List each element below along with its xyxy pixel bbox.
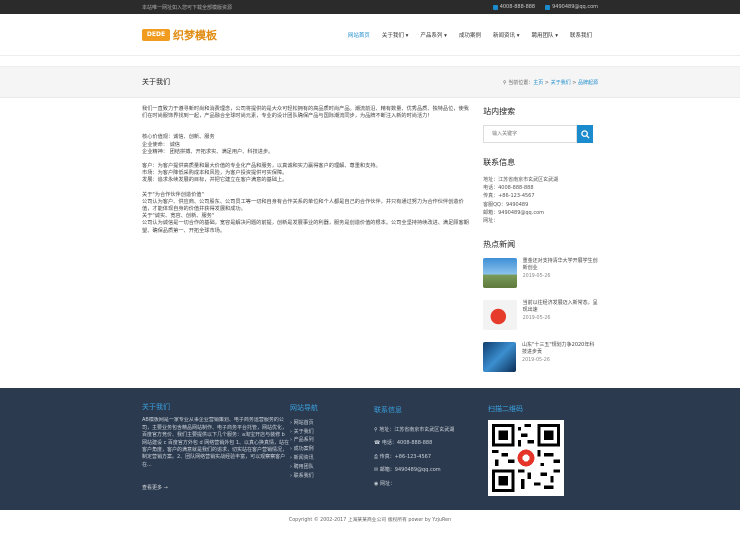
contact-qq: 客服QQ：9490489	[483, 201, 529, 208]
contact-info: 地址：江苏省南京市玄武区玄武湖 电话：4008-888-888 传真：+86-1…	[483, 176, 598, 225]
footer-nav-contact[interactable]: › 联系我们	[290, 472, 374, 481]
nav-home[interactable]: 网站首页	[342, 31, 376, 39]
para-values: 公司认为诚信是一切合作的基础，宽容是解决问题的前提，创新是发展事业的利器，服务是…	[142, 220, 469, 234]
nav-about[interactable]: 关于我们 ▾	[376, 31, 415, 39]
footer-mail: ✉ 邮箱：9490489@qq.com	[374, 467, 441, 473]
para-partner-title: 关于"为合作伙伴创造价值"	[142, 191, 204, 198]
news-item[interactable]: 山东"十三五"规划力争2020年科技进步贡 2019-05-26	[483, 342, 598, 378]
news-date: 2019-05-26	[522, 274, 551, 280]
search-icon	[580, 129, 590, 139]
main-area: 我们一直致力于遵寻新时尚和消费理念，公司将提供的是大众可轻松拥有的高品质时尚产品…	[0, 106, 740, 388]
contact-mail: 邮箱：9490489@qq.com	[483, 209, 544, 216]
spirit-text: 企业精神： 团结拼搏、开拓求实、满足用户、科技进步。	[142, 148, 274, 155]
mail-icon	[545, 4, 551, 10]
nav-team[interactable]: 聘用团队 ▾	[525, 31, 564, 39]
news-title: 重金还对支持清华大学开展学生创新创业	[522, 258, 598, 272]
footer-about-title: 关于我们	[142, 403, 170, 411]
site-logo[interactable]: DEDE 织梦模板	[142, 27, 217, 43]
mission-text: 企业使命： 诚信	[142, 141, 180, 148]
search-heading: 站内搜索	[483, 107, 516, 116]
page-banner: 关于我们 ⚲ 当前位置：主页 > 关于我们 > 品牌起源	[0, 66, 740, 98]
footer-tel: ☎ 电话：4008-888-888	[374, 440, 433, 446]
site-header: DEDE 织梦模板 网站首页 关于我们 ▾ 产品系列 ▾ 成功案例 新闻资讯 ▾…	[0, 14, 740, 56]
search-box	[483, 125, 598, 143]
phone-icon	[492, 4, 498, 10]
news-item[interactable]: 重金还对支持清华大学开展学生创新创业 2019-05-26	[483, 258, 598, 294]
nav-cases[interactable]: 成功案例	[453, 31, 487, 39]
footer-address: ⚲ 地址：江苏省南京市玄武区玄武湖	[374, 426, 455, 433]
site-footer: 关于我们 AB模板网是一家专业从事企业营销策划、电子商务运营服务的公司，主要业务…	[0, 388, 740, 510]
contact-heading: 联系信息	[483, 158, 516, 167]
footer-contact: 联系信息 ⚲ 地址：江苏省南京市玄武区玄武湖 ☎ 电话：4008-888-888…	[374, 404, 488, 510]
logo-mark: DEDE	[142, 28, 170, 41]
footer-nav-about[interactable]: › 关于我们	[290, 428, 374, 437]
news-thumbnail	[483, 258, 517, 289]
contact-fax: 传真：+86-123-4567	[483, 193, 535, 200]
nav-contact[interactable]: 联系我们	[564, 31, 598, 39]
footer-web: ◉ 网址：	[374, 480, 395, 487]
footer-nav-team[interactable]: › 聘用团队	[290, 463, 374, 472]
footer-nav: 网站导航 › 网站首页 › 关于我们 › 产品系列 › 成功案例 › 新闻资讯 …	[290, 404, 374, 510]
news-date: 2019-05-26	[522, 358, 550, 364]
crumb-home[interactable]: 主页	[533, 80, 543, 86]
logo-text: 织梦模板	[173, 28, 217, 42]
contact-address: 地址：江苏省南京市玄武区玄武湖	[483, 177, 559, 183]
qr-code	[488, 420, 564, 496]
page-title: 关于我们	[142, 78, 170, 86]
nav-news[interactable]: 新闻资讯 ▾	[487, 31, 526, 39]
footer-contact-title: 联系信息	[374, 406, 402, 414]
crumb-about[interactable]: 关于我们	[551, 80, 571, 86]
news-date: 2019-05-26	[522, 316, 551, 322]
main-nav: 网站首页 关于我们 ▾ 产品系列 ▾ 成功案例 新闻资讯 ▾ 聘用团队 ▾ 联系…	[342, 31, 598, 39]
para-development: 发展：追求永续发展的目标，并把它建立在客户满意的基础上。	[142, 177, 288, 184]
top-email[interactable]: 9490489@qq.com	[545, 4, 598, 10]
news-title: 山东"十三五"规划力争2020年科技进步贡	[522, 342, 595, 356]
footer-fax: ⎙ 传真：+86-123-4567	[374, 453, 432, 460]
crumb-current[interactable]: 品牌起源	[578, 80, 598, 86]
hot-news-heading: 热点新闻	[483, 240, 516, 250]
footer-about-text: AB模板网是一家专业从事企业营销策划、电子商务运营服务的公司，主要业务包含精品网…	[142, 417, 290, 468]
para-partner: 公司认为客户、供应商、公司股东、公司员工等一切和自身有合作关系的单位和个人都是自…	[142, 198, 464, 213]
search-input[interactable]	[483, 125, 578, 143]
footer-nav-news[interactable]: › 新闻资讯	[290, 454, 374, 463]
footer-about: 关于我们 AB模板网是一家专业从事企业营销策划、电子商务运营服务的公司，主要业务…	[142, 403, 290, 510]
footer-more-link[interactable]: 查看更多 →	[142, 485, 290, 492]
news-thumbnail	[483, 300, 517, 331]
top-phone[interactable]: 4008-888-888	[492, 4, 535, 10]
breadcrumb: ⚲ 当前位置：主页 > 关于我们 > 品牌起源	[502, 79, 598, 86]
copyright: Copyright © 2002-2017 上海某某商业公司 版权所有 powe…	[0, 510, 740, 528]
footer-qr: 扫描二维码	[488, 404, 568, 510]
phone-icon: ☎	[374, 440, 382, 446]
footer-nav-home[interactable]: › 网站首页	[290, 419, 374, 428]
hot-news-list: 重金还对支持清华大学开展学生创新创业 2019-05-26 当前以往经济发展迈入新…	[483, 258, 598, 378]
news-item[interactable]: 当前以往经济发展迈入新常态，呈现出速 2019-05-26	[483, 300, 598, 336]
core-values: 核心价值观：诚信、创新、服务	[142, 134, 215, 141]
nav-products[interactable]: 产品系列 ▾	[414, 31, 453, 39]
news-title: 当前以往经济发展迈入新常态，呈现出速	[522, 300, 598, 314]
footer-nav-products[interactable]: › 产品系列	[290, 436, 374, 445]
top-bar: 本站唯一网址如入您可下载全部模版资源 4008-888-888 9490489@…	[0, 0, 740, 14]
top-notice: 本站唯一网址如入您可下载全部模版资源	[142, 4, 233, 11]
footer-nav-title: 网站导航	[290, 404, 318, 412]
contact-web: 网址：	[483, 218, 499, 225]
news-thumbnail	[483, 342, 517, 373]
footer-qr-title: 扫描二维码	[488, 405, 523, 413]
intro-text: 我们一直致力于遵寻新时尚和消费理念，公司将提供的是大众可轻松拥有的高品质时尚产品…	[142, 106, 469, 120]
search-button[interactable]	[577, 125, 594, 143]
sidebar: 站内搜索 联系信息 地址：江苏省南京市玄武区玄武湖 电话：4008-888-88…	[483, 106, 598, 388]
contact-tel: 电话：4008-888-888	[483, 185, 534, 192]
footer-nav-cases[interactable]: › 成功案例	[290, 445, 374, 454]
article-content: 我们一直致力于遵寻新时尚和消费理念，公司将提供的是大众可轻松拥有的高品质时尚产品…	[142, 106, 471, 388]
